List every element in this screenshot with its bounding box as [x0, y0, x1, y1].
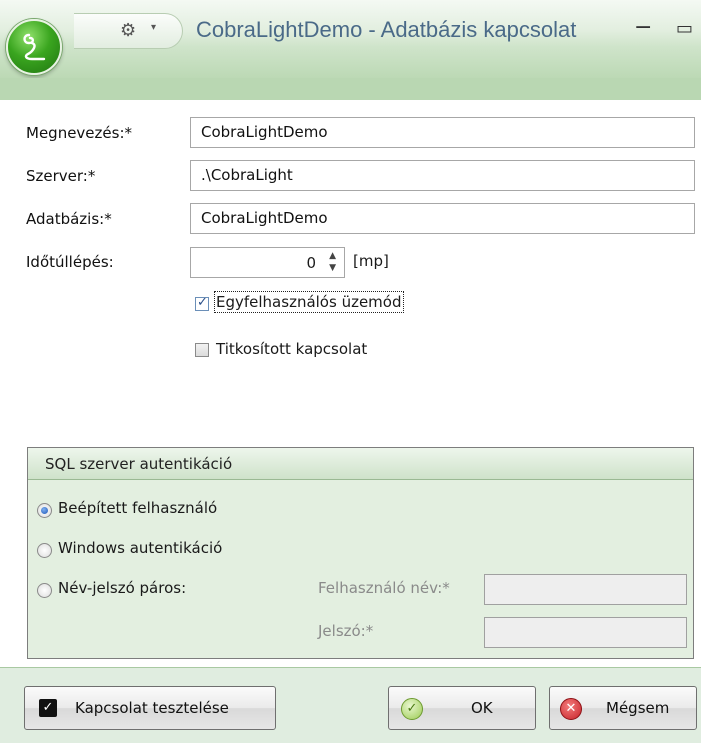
group-header: SQL szerver autentikáció	[28, 448, 693, 480]
radio-label-windows[interactable]: Windows autentikáció	[58, 539, 222, 557]
database-field[interactable]: CobraLightDemo	[190, 203, 695, 234]
test-connection-label: Kapcsolat tesztelése	[75, 699, 229, 717]
group-title: SQL szerver autentikáció	[45, 455, 233, 473]
minimize-button[interactable]: −	[634, 15, 652, 40]
ok-button[interactable]: ✓ OK	[388, 686, 536, 730]
radio-windows-auth[interactable]	[37, 543, 52, 558]
maximize-button[interactable]: ▭	[676, 18, 693, 39]
username-field[interactable]	[484, 574, 687, 605]
name-field[interactable]: CobraLightDemo	[190, 117, 695, 148]
password-label: Jelszó:*	[318, 622, 374, 640]
database-label: Adatbázis:*	[26, 210, 112, 228]
encrypted-checkbox[interactable]	[195, 343, 209, 357]
timeout-value: 0	[306, 254, 316, 272]
radio-builtin-user[interactable]	[37, 503, 52, 518]
server-field[interactable]: .\CobraLight	[190, 160, 695, 191]
chevron-down-icon[interactable]: ▾	[151, 22, 156, 33]
single-user-checkbox[interactable]	[195, 295, 209, 311]
server-label: Szerver:*	[26, 167, 96, 185]
application-menu-button[interactable]	[6, 19, 62, 75]
window-title: CobraLightDemo - Adatbázis kapcsolat	[196, 17, 577, 42]
cancel-button[interactable]: ✕ Mégsem	[549, 686, 697, 730]
username-label: Felhasználó név:*	[318, 579, 450, 597]
title-bar: ⚙ ▾ CobraLightDemo - Adatbázis kapcsolat…	[0, 0, 701, 79]
quick-access-toolbar: ⚙ ▾	[74, 13, 183, 49]
single-user-label[interactable]: Egyfelhasználós üzemód	[214, 291, 404, 313]
radio-name-password[interactable]	[37, 583, 52, 598]
password-field[interactable]	[484, 617, 687, 648]
sql-auth-group: SQL szerver autentikáció Beépített felha…	[27, 447, 694, 659]
ribbon-strip	[0, 78, 701, 100]
cancel-label: Mégsem	[606, 699, 670, 717]
ok-check-icon: ✓	[401, 698, 423, 720]
radio-label-name-password[interactable]: Név-jelszó páros:	[58, 579, 186, 597]
spin-arrows-icon[interactable]: ▲ ▼	[329, 250, 336, 274]
cancel-x-icon: ✕	[560, 698, 582, 720]
ok-label: OK	[471, 699, 493, 717]
test-connection-button[interactable]: ✓ Kapcsolat tesztelése	[24, 686, 276, 730]
encrypted-label[interactable]: Titkosított kapcsolat	[216, 340, 367, 358]
gear-icon[interactable]: ⚙	[120, 20, 136, 41]
checkbox-icon: ✓	[39, 699, 57, 717]
name-label: Megnevezés:*	[26, 124, 133, 142]
timeout-label: Időtúllépés:	[26, 253, 114, 271]
timeout-stepper[interactable]: 0 ▲ ▼	[190, 247, 345, 278]
cobra-logo-icon	[23, 33, 46, 61]
timeout-unit: [mp]	[353, 252, 389, 270]
radio-label-builtin[interactable]: Beépített felhasználó	[58, 499, 217, 517]
